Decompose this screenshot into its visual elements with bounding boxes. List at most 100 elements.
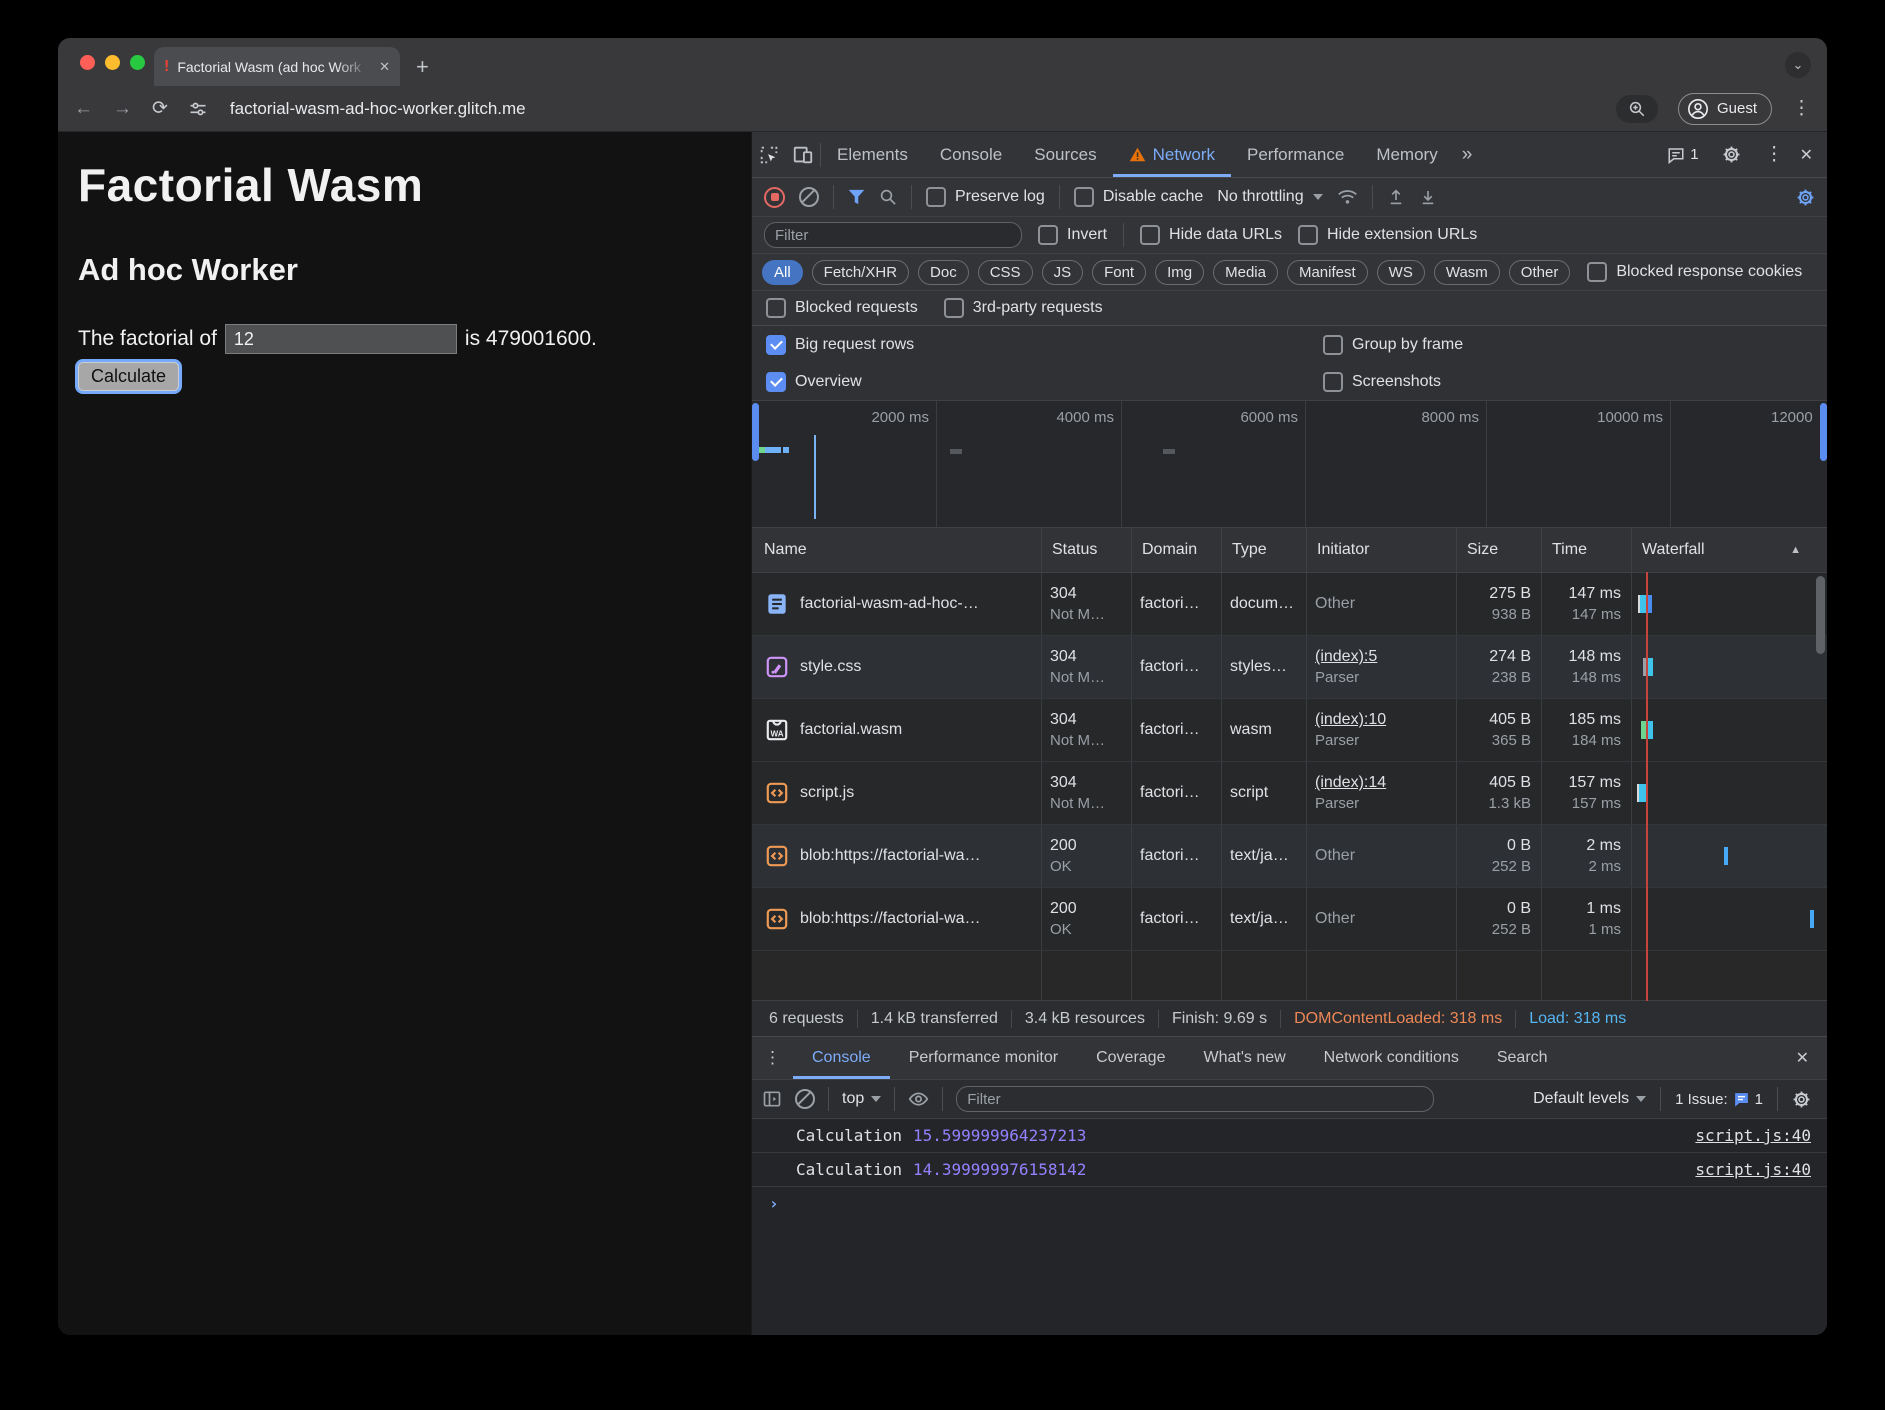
overview-left-handle[interactable] <box>752 403 759 461</box>
tab-console[interactable]: Console <box>924 132 1018 177</box>
record-button[interactable] <box>764 187 785 208</box>
table-row[interactable]: factorial-wasm-ad-hoc-… 304Not M… factor… <box>752 573 1827 636</box>
big-request-rows-checkbox[interactable]: Big request rows <box>766 335 1323 355</box>
drawer-tab-performance-monitor[interactable]: Performance monitor <box>890 1037 1077 1079</box>
more-tabs-icon[interactable]: » <box>1454 132 1481 177</box>
chip-media[interactable]: Media <box>1213 260 1278 285</box>
chip-css[interactable]: CSS <box>978 260 1033 285</box>
overview-checkbox[interactable]: Overview <box>766 372 1323 392</box>
table-row[interactable]: style.css 304Not M… factori… styles… (in… <box>752 636 1827 699</box>
chip-fetch-xhr[interactable]: Fetch/XHR <box>812 260 909 285</box>
overview-right-handle[interactable] <box>1820 403 1827 461</box>
execution-context-dropdown[interactable]: top <box>842 1090 881 1108</box>
tab-close-icon[interactable]: ✕ <box>379 59 390 75</box>
browser-tab[interactable]: ! Factorial Wasm (ad hoc Work ✕ <box>154 47 400 86</box>
drawer-tab-network-conditions[interactable]: Network conditions <box>1305 1037 1478 1079</box>
inspect-element-icon[interactable] <box>752 132 786 177</box>
source-location-link[interactable]: script.js:40 <box>1695 1160 1811 1179</box>
column-header-name[interactable]: Name <box>752 528 1041 572</box>
initiator-link[interactable]: (index):10 <box>1315 711 1456 729</box>
network-overview-timeline[interactable]: 2000 ms 4000 ms 6000 ms 8000 ms 10000 ms… <box>752 401 1827 528</box>
column-header-domain[interactable]: Domain <box>1131 528 1221 572</box>
drawer-tab-coverage[interactable]: Coverage <box>1077 1037 1184 1079</box>
table-row[interactable]: WA factorial.wasm 304Not M… factori… was… <box>752 699 1827 762</box>
back-button[interactable]: ← <box>74 99 93 118</box>
chip-manifest[interactable]: Manifest <box>1287 260 1368 285</box>
hide-data-urls-checkbox[interactable]: Hide data URLs <box>1140 225 1282 245</box>
table-row[interactable]: script.js 304Not M… factori… script (ind… <box>752 762 1827 825</box>
live-expression-eye-icon[interactable] <box>908 1090 929 1108</box>
tab-performance[interactable]: Performance <box>1231 132 1360 177</box>
chip-wasm[interactable]: Wasm <box>1434 260 1500 285</box>
throttling-dropdown[interactable]: No throttling <box>1217 188 1322 206</box>
chip-js[interactable]: JS <box>1042 260 1084 285</box>
blocked-requests-checkbox[interactable]: Blocked requests <box>766 298 918 318</box>
search-icon[interactable] <box>879 188 897 206</box>
clear-button[interactable] <box>799 187 819 207</box>
initiator-link[interactable]: (index):14 <box>1315 774 1456 792</box>
profile-button[interactable]: Guest <box>1678 93 1772 125</box>
preserve-log-checkbox[interactable]: Preserve log <box>926 187 1045 207</box>
drawer-tab-console[interactable]: Console <box>793 1037 890 1079</box>
column-header-status[interactable]: Status <box>1041 528 1131 572</box>
drawer-tab-whats-new[interactable]: What's new <box>1184 1037 1304 1079</box>
chip-img[interactable]: Img <box>1155 260 1204 285</box>
console-settings-gear-icon[interactable] <box>1792 1090 1811 1109</box>
console-clear-icon[interactable] <box>795 1089 815 1109</box>
drawer-tab-search[interactable]: Search <box>1478 1037 1567 1079</box>
site-settings-icon[interactable] <box>188 99 208 119</box>
chip-doc[interactable]: Doc <box>918 260 969 285</box>
network-conditions-icon[interactable] <box>1337 188 1358 206</box>
address-bar-url[interactable]: factorial-wasm-ad-hoc-worker.glitch.me <box>230 99 1596 119</box>
close-window-button[interactable] <box>80 55 95 70</box>
import-har-icon[interactable] <box>1387 188 1405 206</box>
source-location-link[interactable]: script.js:40 <box>1695 1126 1811 1145</box>
tab-sources[interactable]: Sources <box>1018 132 1112 177</box>
new-tab-button[interactable]: + <box>416 56 429 78</box>
initiator-link[interactable]: (index):5 <box>1315 648 1456 666</box>
third-party-requests-checkbox[interactable]: 3rd-party requests <box>944 298 1103 318</box>
hide-extension-urls-checkbox[interactable]: Hide extension URLs <box>1298 225 1477 245</box>
console-sidebar-toggle-icon[interactable] <box>762 1089 782 1109</box>
tab-search-chevron-icon[interactable]: ⌄ <box>1785 52 1811 78</box>
zoom-indicator-chip[interactable] <box>1616 95 1658 123</box>
drawer-close-icon[interactable]: ✕ <box>1778 1037 1827 1079</box>
issues-counter[interactable]: 1 <box>1667 146 1698 164</box>
table-scrollbar-thumb[interactable] <box>1816 576 1825 654</box>
device-toolbar-icon[interactable] <box>786 132 820 177</box>
screenshots-checkbox[interactable]: Screenshots <box>1323 372 1827 392</box>
drawer-menu-kebab-icon[interactable]: ⋮ <box>752 1037 793 1079</box>
export-har-icon[interactable] <box>1419 188 1437 206</box>
factorial-input[interactable] <box>225 324 457 354</box>
filter-funnel-icon[interactable] <box>848 189 865 205</box>
log-levels-dropdown[interactable]: Default levels <box>1533 1090 1646 1108</box>
forward-button[interactable]: → <box>113 99 132 118</box>
tab-memory[interactable]: Memory <box>1360 132 1453 177</box>
invert-checkbox[interactable]: Invert <box>1038 225 1107 245</box>
column-header-size[interactable]: Size <box>1456 528 1541 572</box>
zoom-window-button[interactable] <box>130 55 145 70</box>
column-header-type[interactable]: Type <box>1221 528 1306 572</box>
settings-gear-icon[interactable] <box>1715 145 1749 164</box>
minimize-window-button[interactable] <box>105 55 120 70</box>
console-filter-input[interactable] <box>956 1086 1434 1112</box>
console-prompt[interactable]: › <box>752 1187 1827 1220</box>
network-filter-input[interactable] <box>764 222 1022 248</box>
console-issues-counter[interactable]: 1 Issue: 1 <box>1675 1091 1763 1108</box>
disable-cache-checkbox[interactable]: Disable cache <box>1074 187 1204 207</box>
column-header-waterfall[interactable]: Waterfall ▲ <box>1631 528 1827 572</box>
table-row[interactable]: blob:https://factorial-wa… 200OK factori… <box>752 888 1827 951</box>
tab-network[interactable]: Network <box>1113 132 1231 177</box>
chip-ws[interactable]: WS <box>1377 260 1425 285</box>
chip-other[interactable]: Other <box>1509 260 1571 285</box>
column-header-initiator[interactable]: Initiator <box>1306 528 1456 572</box>
devtools-close-icon[interactable]: ✕ <box>1800 145 1813 165</box>
table-row[interactable]: blob:https://factorial-wa… 200OK factori… <box>752 825 1827 888</box>
group-by-frame-checkbox[interactable]: Group by frame <box>1323 335 1827 355</box>
blocked-response-cookies-checkbox[interactable]: Blocked response cookies <box>1587 262 1802 282</box>
reload-button[interactable]: ⟳ <box>152 99 168 118</box>
network-settings-gear-icon[interactable] <box>1796 188 1815 207</box>
browser-menu-kebab-icon[interactable]: ⋮ <box>1792 97 1811 120</box>
chip-font[interactable]: Font <box>1092 260 1146 285</box>
tab-elements[interactable]: Elements <box>821 132 924 177</box>
